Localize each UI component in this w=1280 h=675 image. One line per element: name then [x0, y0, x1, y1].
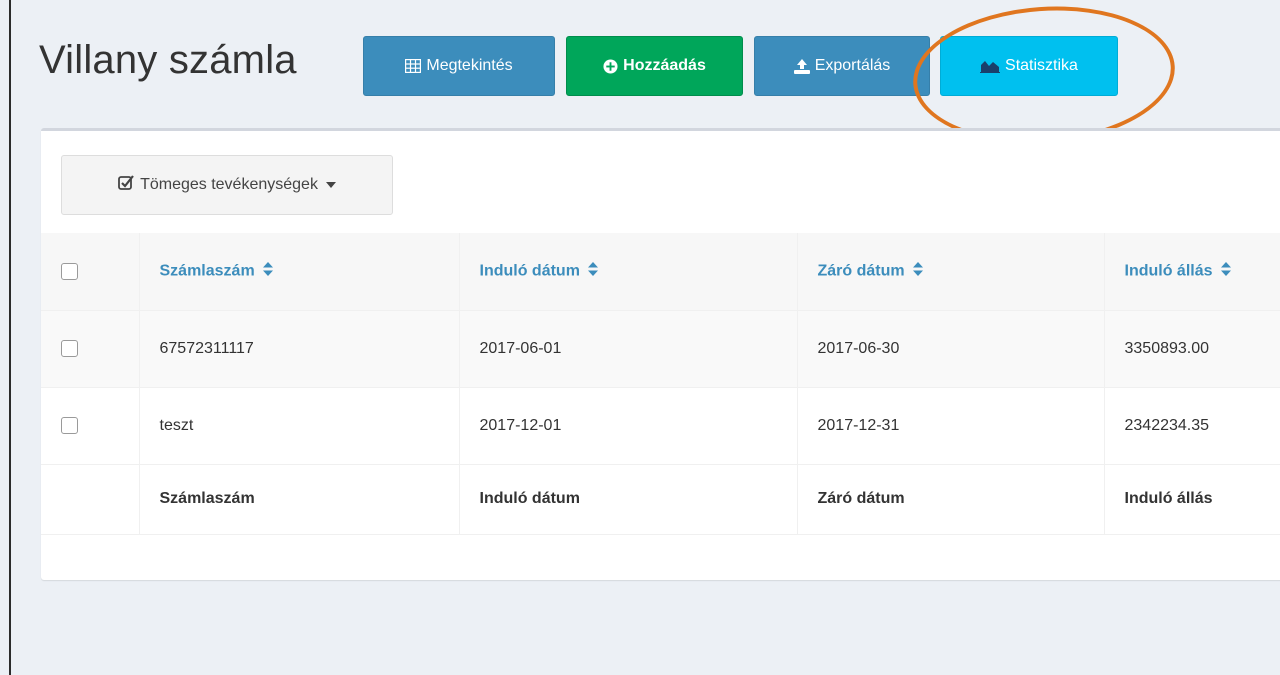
sort-icon: [912, 261, 923, 281]
view-button-label: Megtekintés: [426, 57, 513, 74]
select-all-checkbox[interactable]: [61, 262, 78, 280]
column-header-start-reading[interactable]: Induló állás: [1103, 233, 1280, 310]
bulk-actions-label: Tömeges tevékenységek: [140, 176, 318, 193]
export-button[interactable]: Exportálás: [754, 36, 930, 96]
column-header-invoice-number[interactable]: Számlaszám: [138, 233, 459, 310]
sort-icon: [262, 261, 273, 281]
upload-icon: [793, 58, 810, 74]
footer-end-date: Záró dátum: [796, 463, 1104, 535]
row-checkbox[interactable]: [61, 416, 78, 434]
footer-empty-cell: [41, 463, 139, 535]
table-row[interactable]: 67572311117 2017-06-01 2017-06-30 335089…: [41, 309, 1280, 387]
add-button[interactable]: Hozzáadás: [566, 36, 743, 96]
checkbox-icon: [118, 175, 134, 195]
invoice-table: Számlaszám Induló dátum Záró dátum Indul…: [41, 233, 1280, 535]
column-header-start-date[interactable]: Induló dátum: [458, 233, 797, 310]
sort-icon: [1220, 261, 1231, 281]
statistics-button-label: Statisztika: [1005, 57, 1078, 74]
statistics-button[interactable]: Statisztika: [940, 36, 1118, 96]
add-button-label: Hozzáadás: [623, 57, 706, 74]
table-row[interactable]: teszt 2017-12-01 2017-12-31 2342234.35: [41, 386, 1280, 464]
content-box: Tömeges tevékenységek Számlaszám Induló …: [41, 128, 1280, 580]
column-header-end-date[interactable]: Záró dátum: [796, 233, 1104, 310]
sort-icon: [587, 261, 598, 281]
row-select-cell: [41, 386, 139, 464]
page-title: Villany számla: [39, 38, 297, 82]
cell-invoice-number: 67572311117: [138, 309, 459, 387]
chevron-down-icon: [325, 182, 336, 188]
row-select-cell: [41, 309, 139, 387]
footer-start-date: Induló dátum: [458, 463, 797, 535]
table-footer-row: Számlaszám Induló dátum Záró dátum Indul…: [41, 463, 1280, 535]
window-edge: [9, 0, 11, 675]
cell-invoice-number: teszt: [138, 386, 459, 464]
table-icon: [405, 59, 422, 73]
view-button[interactable]: Megtekintés: [363, 36, 555, 96]
footer-invoice-number: Számlaszám: [138, 463, 459, 535]
export-button-label: Exportálás: [814, 57, 891, 74]
bulk-actions-dropdown[interactable]: Tömeges tevékenységek: [61, 155, 393, 215]
plus-circle-icon: [603, 58, 618, 74]
cell-end-date: 2017-12-31: [796, 386, 1104, 464]
select-all-cell: [41, 233, 139, 310]
table-header-row: Számlaszám Induló dátum Záró dátum Indul…: [41, 233, 1280, 310]
row-checkbox[interactable]: [61, 339, 78, 357]
area-chart-icon: [980, 59, 1001, 73]
cell-start-date: 2017-12-01: [458, 386, 797, 464]
cell-start-reading: 2342234.35: [1103, 386, 1280, 464]
cell-end-date: 2017-06-30: [796, 309, 1104, 387]
cell-start-date: 2017-06-01: [458, 309, 797, 387]
footer-start-reading: Induló állás: [1103, 463, 1280, 535]
cell-start-reading: 3350893.00: [1103, 309, 1280, 387]
